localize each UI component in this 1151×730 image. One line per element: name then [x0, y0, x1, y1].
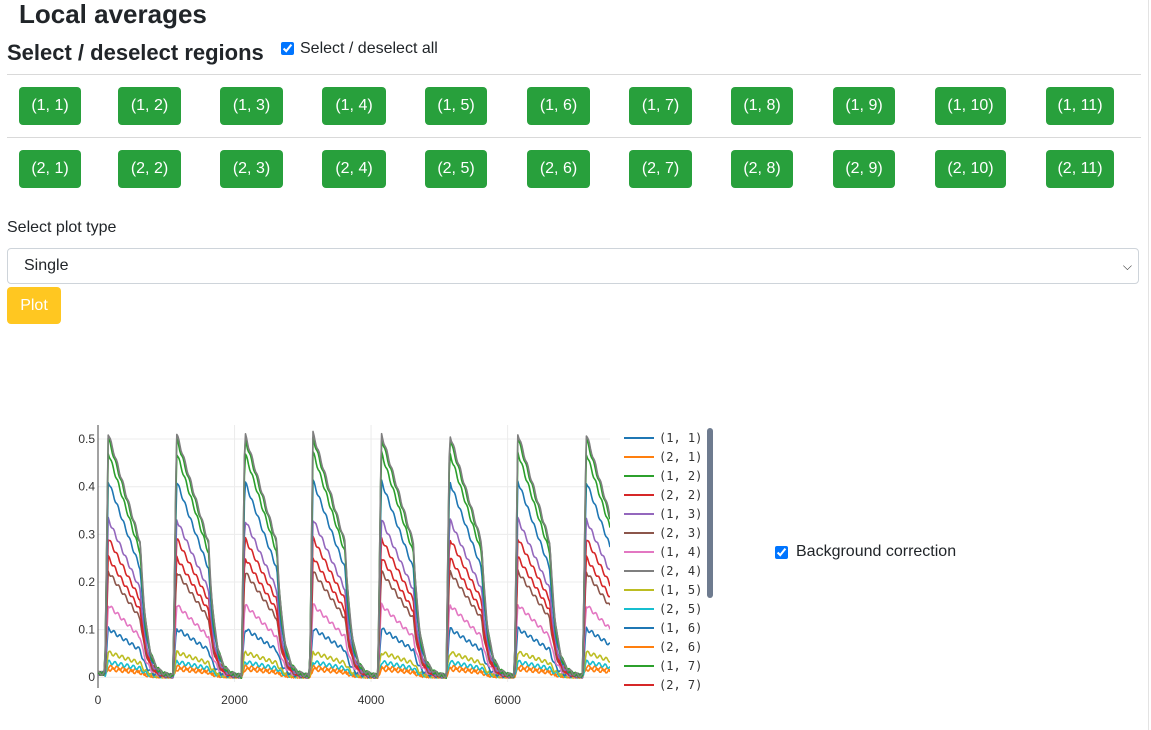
background-correction-toggle[interactable]: Background correction: [775, 543, 956, 561]
region-button-1-1[interactable]: (1, 1): [19, 87, 81, 125]
legend-label: (2, 4): [659, 564, 702, 578]
y-tick-label: 0.5: [78, 432, 95, 446]
legend-label: (2, 2): [659, 488, 702, 502]
region-button-2-7[interactable]: (2, 7): [629, 150, 692, 188]
background-correction-checkbox[interactable]: [775, 545, 788, 559]
region-button-2-5[interactable]: (2, 5): [425, 150, 487, 188]
legend-label: (1, 3): [659, 507, 702, 521]
page-title: Local averages: [19, 0, 207, 29]
divider: [7, 137, 1141, 138]
region-button-2-8[interactable]: (2, 8): [731, 150, 793, 188]
region-button-1-7[interactable]: (1, 7): [629, 87, 692, 125]
plot-button[interactable]: Plot: [7, 287, 61, 324]
y-tick-label: 0.4: [78, 480, 95, 494]
regions-row-1: (1, 1) (1, 2) (1, 3) (1, 4) (1, 5) (1, 6) (1, …: [0, 87, 1151, 127]
series-group: [98, 430, 610, 680]
region-button-1-9[interactable]: (1, 9): [833, 87, 895, 125]
plot-type-label: Select plot type: [7, 219, 117, 236]
region-button-1-2[interactable]: (1, 2): [118, 87, 181, 125]
region-button-1-8[interactable]: (1, 8): [731, 87, 793, 125]
legend-label: (1, 2): [659, 469, 702, 483]
chevron-down-icon: ⌵: [1122, 259, 1132, 273]
region-button-1-6[interactable]: (1, 6): [527, 87, 590, 125]
background-correction-label: Background correction: [796, 543, 957, 560]
select-all-checkbox[interactable]: [281, 42, 294, 55]
region-button-1-5[interactable]: (1, 5): [425, 87, 487, 125]
region-button-2-10[interactable]: (2, 10): [935, 150, 1006, 188]
region-button-2-2[interactable]: (2, 2): [118, 150, 181, 188]
divider: [7, 74, 1141, 75]
select-regions-heading: Select / deselect regions: [7, 40, 264, 65]
region-button-2-9[interactable]: (2, 9): [833, 150, 895, 188]
region-button-2-3[interactable]: (2, 3): [220, 150, 283, 188]
x-tick-label: 2000: [221, 693, 248, 707]
legend-label: (1, 7): [659, 659, 702, 673]
legend-label: (1, 5): [659, 583, 702, 597]
select-all-toggle[interactable]: Select / deselect all: [281, 40, 438, 58]
region-button-2-4[interactable]: (2, 4): [322, 150, 386, 188]
plot-type-select[interactable]: Single ⌵: [7, 248, 1139, 284]
y-tick-label: 0.3: [78, 527, 95, 541]
legend-label: (2, 3): [659, 526, 702, 540]
legend-label: (2, 1): [659, 450, 702, 464]
y-tick-label: 0: [88, 670, 95, 684]
region-button-1-4[interactable]: (1, 4): [322, 87, 386, 125]
region-button-1-3[interactable]: (1, 3): [220, 87, 283, 125]
y-tick-label: 0.1: [78, 623, 95, 637]
legend-label: (2, 5): [659, 602, 702, 616]
legend-scrollbar[interactable]: [707, 428, 713, 598]
region-button-2-11[interactable]: (2, 11): [1046, 150, 1114, 188]
x-tick-label: 6000: [494, 693, 521, 707]
select-all-label: Select / deselect all: [300, 40, 438, 57]
legend-label: (2, 6): [659, 640, 702, 654]
x-tick-label: 0: [95, 693, 102, 707]
x-tick-label: 4000: [358, 693, 385, 707]
legend-label: (2, 7): [659, 678, 702, 692]
plot-type-selected-value: Single: [24, 257, 69, 274]
region-button-1-10[interactable]: (1, 10): [935, 87, 1006, 125]
region-button-2-1[interactable]: (2, 1): [19, 150, 81, 188]
legend-label: (1, 6): [659, 621, 702, 635]
region-button-2-6[interactable]: (2, 6): [527, 150, 590, 188]
legend-label: (1, 4): [659, 545, 702, 559]
local-averages-chart: 0 2000 4000 6000 0 0.1 0.2 0.3 0.4 0.5 (1, 1) (2, 1…: [78, 425, 713, 707]
y-tick-label: 0.2: [78, 575, 95, 589]
legend-label: (1, 1): [659, 431, 702, 445]
region-button-1-11[interactable]: (1, 11): [1046, 87, 1114, 125]
regions-row-2: (2, 1) (2, 2) (2, 3) (2, 4) (2, 5) (2, 6) (2, …: [0, 150, 1151, 190]
